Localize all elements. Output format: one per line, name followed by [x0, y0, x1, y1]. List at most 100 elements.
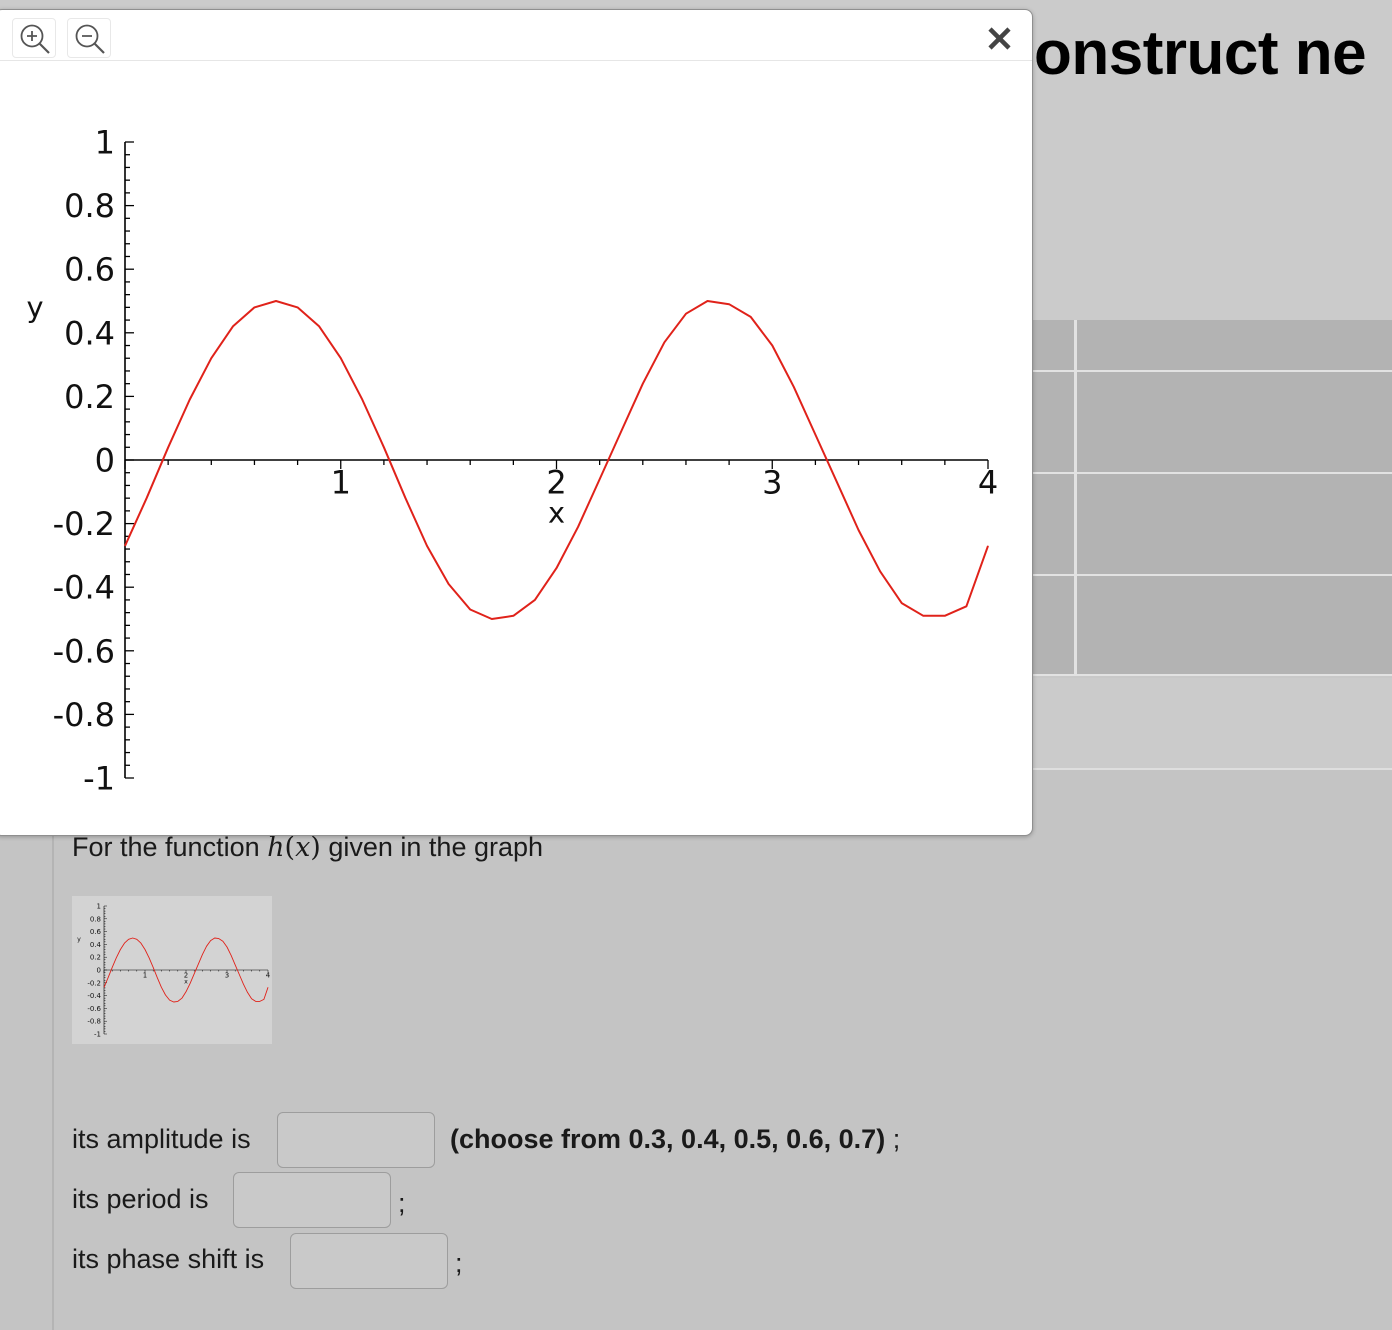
graph-thumbnail-plot: 10.80.60.40.20-0.2-0.4-0.6-0.8-11 2 3 4xy: [77, 903, 271, 1039]
data-point: [448, 583, 450, 585]
data-point: [987, 545, 989, 547]
data-point: [620, 430, 622, 432]
open-paren: (: [284, 832, 296, 863]
zoom-out-icon: [75, 24, 105, 54]
data-point: [232, 326, 234, 327]
table-column-divider: [1074, 320, 1077, 676]
zoom-in-button[interactable]: [12, 18, 56, 58]
data-point: [858, 529, 859, 531]
y-tick-label: 0.6: [90, 928, 102, 936]
y-tick-label: -0.8: [87, 1018, 101, 1026]
phase-shift-input[interactable]: [290, 1233, 448, 1289]
table-row-divider: [1032, 574, 1392, 576]
zoom-out-button[interactable]: [67, 18, 111, 58]
amplitude-input[interactable]: [277, 1112, 435, 1168]
y-tick-label: 1: [95, 124, 115, 162]
x-tick-label: 3: [762, 464, 782, 502]
data-point: [815, 434, 816, 435]
popup-toolbar: [0, 10, 1032, 61]
x-axis-label: x: [548, 495, 565, 529]
data-point: [297, 306, 298, 308]
x-tick-label: 1: [331, 464, 351, 502]
y-tick-label: 0.8: [90, 915, 101, 923]
y-tick-label: 0.4: [64, 314, 115, 352]
function-name: h: [267, 832, 285, 863]
y-tick-label: 0.6: [64, 251, 115, 289]
data-point: [707, 300, 708, 302]
data-point: [512, 615, 514, 617]
data-point: [210, 357, 212, 359]
data-point: [793, 386, 795, 388]
data-point: [728, 303, 730, 305]
y-tick-label: 0: [97, 967, 101, 975]
function-argument: x: [295, 832, 311, 863]
y-tick-label: -0.2: [87, 979, 101, 987]
graph-plot-area: 1 0.8 0.6 0.4 0.2 0 -0.2 -0.4 -0.6 -0.8 -1 1 2 3 4 x y: [0, 60, 1032, 835]
data-point: [966, 605, 967, 607]
y-tick-label: -0.2: [53, 505, 115, 543]
x-tick-label: 4: [978, 464, 998, 502]
amplitude-hint: (choose from 0.3, 0.4, 0.5, 0.6, 0.7) ;: [450, 1124, 900, 1155]
intro-text-after: given in the graph: [328, 832, 544, 862]
data-point: [534, 599, 536, 601]
table-row-divider: [1032, 370, 1392, 372]
y-axis-label: y: [77, 936, 81, 943]
y-tick-label: -0.4: [87, 992, 101, 1000]
data-point: [577, 526, 579, 528]
x-tick-label: 1: [143, 971, 147, 979]
close-icon: [988, 27, 1011, 50]
data-point: [405, 497, 406, 499]
y-tick-label: -0.6: [53, 632, 115, 670]
left-margin-strip: [0, 768, 54, 1330]
graph-plot: 10.80.60.40.20-0.2-0.4-0.6-0.8-11 2 3 4xy: [26, 124, 998, 798]
graph-thumbnail[interactable]: 1 0.8 0.6 0.4 0.2 0 -0.2 -0.4 -0.6 -0.8 -1 1 2 3 4 x y: [72, 896, 272, 1044]
y-tick-label: -1: [94, 1031, 101, 1039]
x-tick-label: 4: [266, 971, 271, 979]
data-point: [685, 313, 687, 315]
table-row-divider: [1032, 674, 1392, 676]
data-point: [750, 316, 752, 318]
phase-shift-semicolon: ;: [455, 1248, 463, 1278]
data-point: [167, 446, 169, 448]
amplitude-label: its amplitude is: [72, 1124, 251, 1154]
data-point: [771, 345, 773, 346]
background-table: [1032, 320, 1392, 676]
period-semicolon: ;: [398, 1188, 406, 1218]
data-point: [599, 478, 601, 480]
data-point: [944, 615, 946, 617]
question-intro: For the function h(x) given in the graph: [72, 832, 543, 863]
y-tick-label: 0.4: [90, 941, 102, 949]
data-point: [901, 602, 903, 604]
y-tick-label: -0.6: [87, 1005, 101, 1013]
data-point: [146, 497, 147, 499]
data-point: [491, 618, 493, 620]
data-point: [556, 567, 557, 569]
data-point: [275, 300, 277, 302]
amplitude-hint-text: (choose from 0.3, 0.4, 0.5, 0.6, 0.7): [450, 1124, 886, 1154]
data-point: [318, 326, 320, 327]
page-heading: onstruct ne: [1034, 19, 1367, 88]
table-row-divider: [1032, 472, 1392, 474]
intro-text-before: For the function: [72, 832, 260, 862]
data-point: [922, 615, 924, 617]
period-label: its period is: [72, 1184, 209, 1214]
data-point: [124, 545, 126, 547]
y-tick-label: -0.8: [53, 696, 115, 734]
y-axis-label: y: [26, 290, 43, 324]
data-point: [836, 481, 838, 483]
y-tick-label: 0.2: [90, 954, 101, 962]
phase-shift-label: its phase shift is: [72, 1244, 265, 1274]
close-paren: ): [310, 832, 321, 863]
period-input[interactable]: [233, 1172, 391, 1228]
data-point: [426, 545, 428, 547]
amplitude-semicolon: ;: [892, 1124, 901, 1154]
y-tick-label: 0.8: [64, 187, 115, 225]
zoom-in-icon: [20, 24, 50, 54]
data-point: [340, 357, 342, 359]
y-tick-label: 1: [97, 903, 101, 911]
background-panel: [1032, 678, 1392, 768]
x-axis-label: x: [184, 979, 188, 986]
data-point: [469, 609, 471, 610]
close-button[interactable]: [983, 22, 1019, 58]
data-point: [383, 446, 385, 448]
